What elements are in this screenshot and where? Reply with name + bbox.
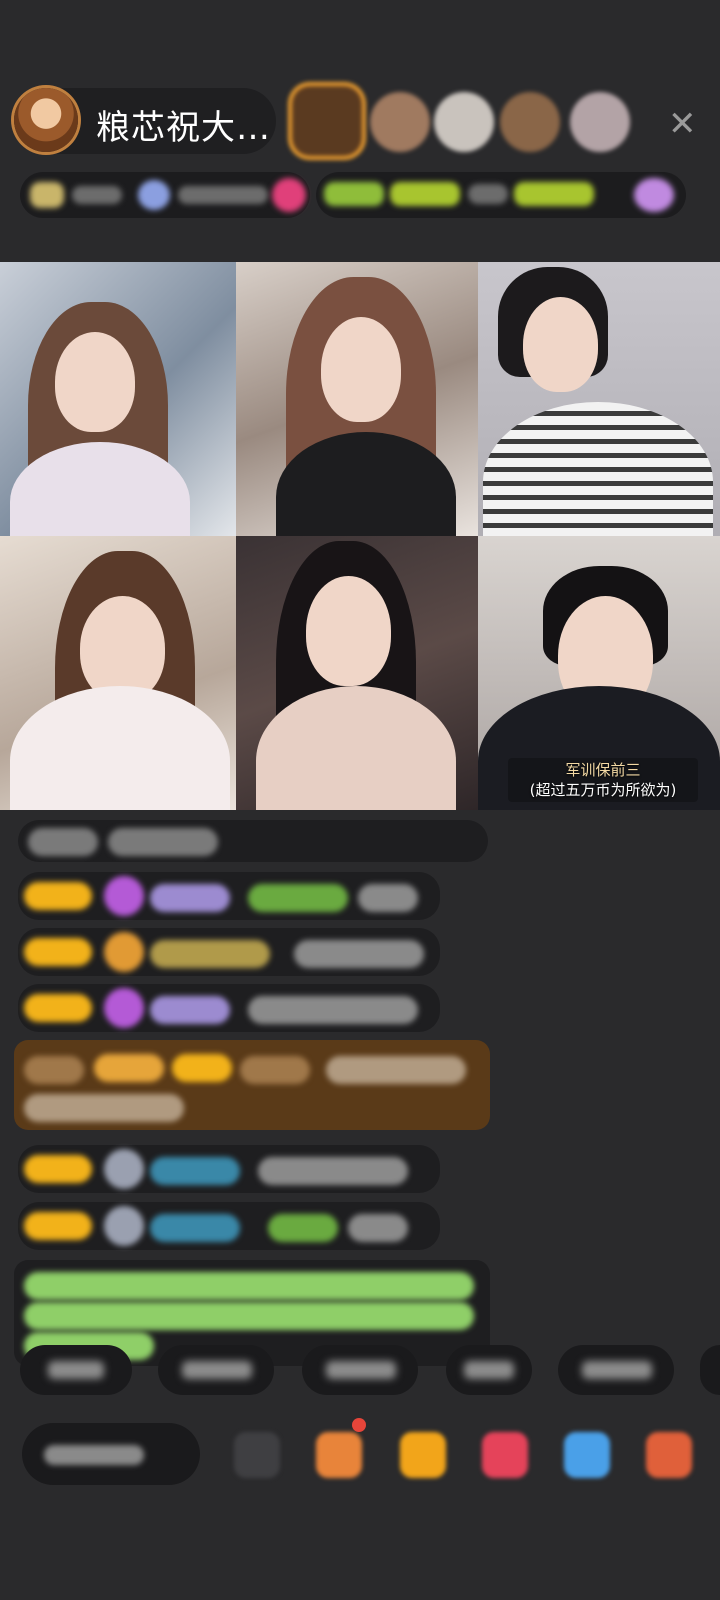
video-grid: 军训保前三 (超过五万币为所欲为) (0, 262, 720, 810)
video-tile-2[interactable] (236, 262, 478, 536)
quick-reply-6[interactable] (700, 1345, 720, 1395)
notification-dot (352, 1418, 366, 1432)
guest-avatar-2[interactable] (370, 92, 430, 152)
chat-input[interactable] (22, 1423, 200, 1485)
quick-reply-4[interactable] (446, 1345, 532, 1395)
caption-line-2: (超过五万币为所欲为) (529, 781, 677, 799)
chat-message[interactable] (18, 1145, 440, 1193)
chat-highlight-message[interactable] (14, 1040, 490, 1130)
guest-avatar-4[interactable] (500, 92, 560, 152)
guest-avatar-1[interactable] (292, 86, 362, 156)
video-tile-5[interactable] (236, 536, 478, 810)
rank-tag-bar[interactable] (20, 172, 310, 218)
game-icon[interactable] (564, 1432, 610, 1478)
chat-message[interactable] (18, 1202, 440, 1250)
quick-reply-5[interactable] (558, 1345, 674, 1395)
caption-line-1: 军训保前三 (565, 761, 641, 779)
host-avatar[interactable] (14, 88, 78, 152)
video-tile-1[interactable] (0, 262, 236, 536)
quick-reply-1[interactable] (20, 1345, 132, 1395)
video-tile-4[interactable] (0, 536, 236, 810)
gift-box-icon[interactable] (316, 1432, 362, 1478)
chat-message[interactable] (18, 984, 440, 1032)
chat-message[interactable] (18, 928, 440, 976)
guest-avatar-5[interactable] (570, 92, 630, 152)
guest-avatar-3[interactable] (434, 92, 494, 152)
chat-message[interactable] (18, 872, 440, 920)
gift-icon[interactable] (400, 1432, 446, 1478)
tile-caption: 军训保前三 (超过五万币为所欲为) (508, 758, 698, 802)
activity-icon[interactable] (482, 1432, 528, 1478)
more-icon[interactable] (646, 1432, 692, 1478)
quick-reply-3[interactable] (302, 1345, 418, 1395)
close-icon[interactable]: ✕ (668, 104, 697, 144)
chat-message[interactable] (18, 820, 488, 862)
quick-reply-2[interactable] (158, 1345, 274, 1395)
video-tile-3[interactable] (478, 262, 720, 536)
activity-tag-bar[interactable] (316, 172, 686, 218)
emoji-icon[interactable] (234, 1432, 280, 1478)
host-name[interactable]: 粮芯祝大… (96, 100, 271, 149)
video-tile-6[interactable]: 军训保前三 (超过五万币为所欲为) (478, 536, 720, 810)
